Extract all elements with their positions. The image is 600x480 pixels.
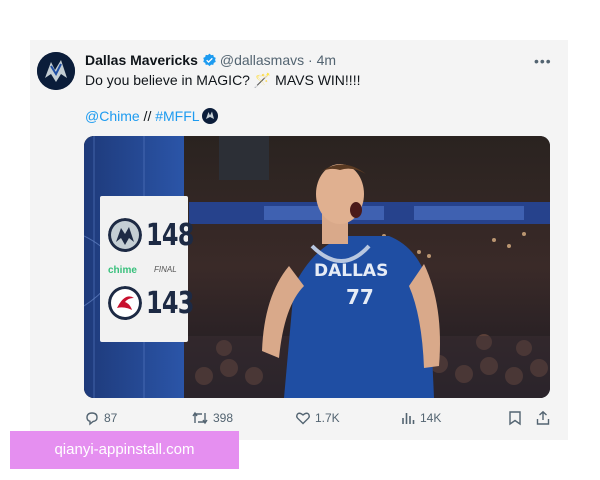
verified-badge-icon (202, 53, 217, 71)
tweet-links: @Chime // #MFFL (85, 108, 218, 127)
tweet-header: Dallas Mavericks @dallasmavs · 4m (85, 52, 336, 71)
hawks-logo-icon (108, 286, 142, 320)
hashtag-mavs-icon (201, 108, 218, 127)
scoreboard: 148 chime FINAL 143 (100, 196, 194, 342)
heart-icon (296, 412, 310, 425)
sponsor-logo: chime (108, 265, 137, 276)
dot-separator: · (308, 52, 313, 68)
timestamp[interactable]: 4m (317, 52, 336, 68)
away-score: 143 (146, 286, 194, 321)
home-score: 148 (146, 218, 194, 253)
repost-count: 398 (213, 411, 234, 425)
svg-text:77: 77 (346, 285, 374, 309)
repost-button[interactable]: 398 (191, 410, 233, 426)
bookmark-icon (509, 411, 521, 426)
analytics-icon (402, 413, 415, 424)
more-options-button[interactable]: ••• (534, 53, 552, 69)
avatar[interactable] (37, 52, 75, 90)
watermark-text: qianyi-appinstall.com (54, 441, 195, 458)
svg-text:DALLAS: DALLAS (314, 261, 388, 281)
tweet-card[interactable]: Dallas Mavericks @dallasmavs · 4m ••• Do … (30, 40, 568, 440)
share-button[interactable] (535, 410, 551, 426)
repost-icon (192, 411, 208, 425)
tweet-media-image[interactable]: DALLAS 77 148 chime FINAL 143 (84, 136, 550, 398)
reply-icon (86, 412, 98, 426)
mavericks-logo-icon (37, 52, 75, 90)
mention-link[interactable]: @Chime (85, 108, 140, 124)
tweet-text: Do you believe in MAGIC? 🪄 MAVS WIN!!!! (85, 72, 361, 88)
tweet-actions: 87 398 1.7K 14K (30, 408, 568, 432)
reply-count: 87 (104, 411, 118, 425)
author-name[interactable]: Dallas Mavericks (85, 52, 198, 68)
like-button[interactable]: 1.7K (295, 410, 340, 426)
views-button[interactable]: 14K (400, 410, 441, 426)
game-status: FINAL (154, 265, 177, 274)
slash-separator: // (139, 108, 156, 124)
reply-button[interactable]: 87 (84, 410, 117, 426)
author-handle[interactable]: @dallasmavs (220, 52, 304, 68)
view-count: 14K (420, 411, 442, 425)
mavericks-logo-icon (108, 218, 142, 252)
hashtag-link[interactable]: #MFFL (155, 108, 199, 124)
bookmark-button[interactable] (508, 410, 522, 426)
share-icon (536, 410, 550, 425)
watermark-banner: qianyi-appinstall.com (10, 431, 239, 469)
like-count: 1.7K (315, 411, 340, 425)
